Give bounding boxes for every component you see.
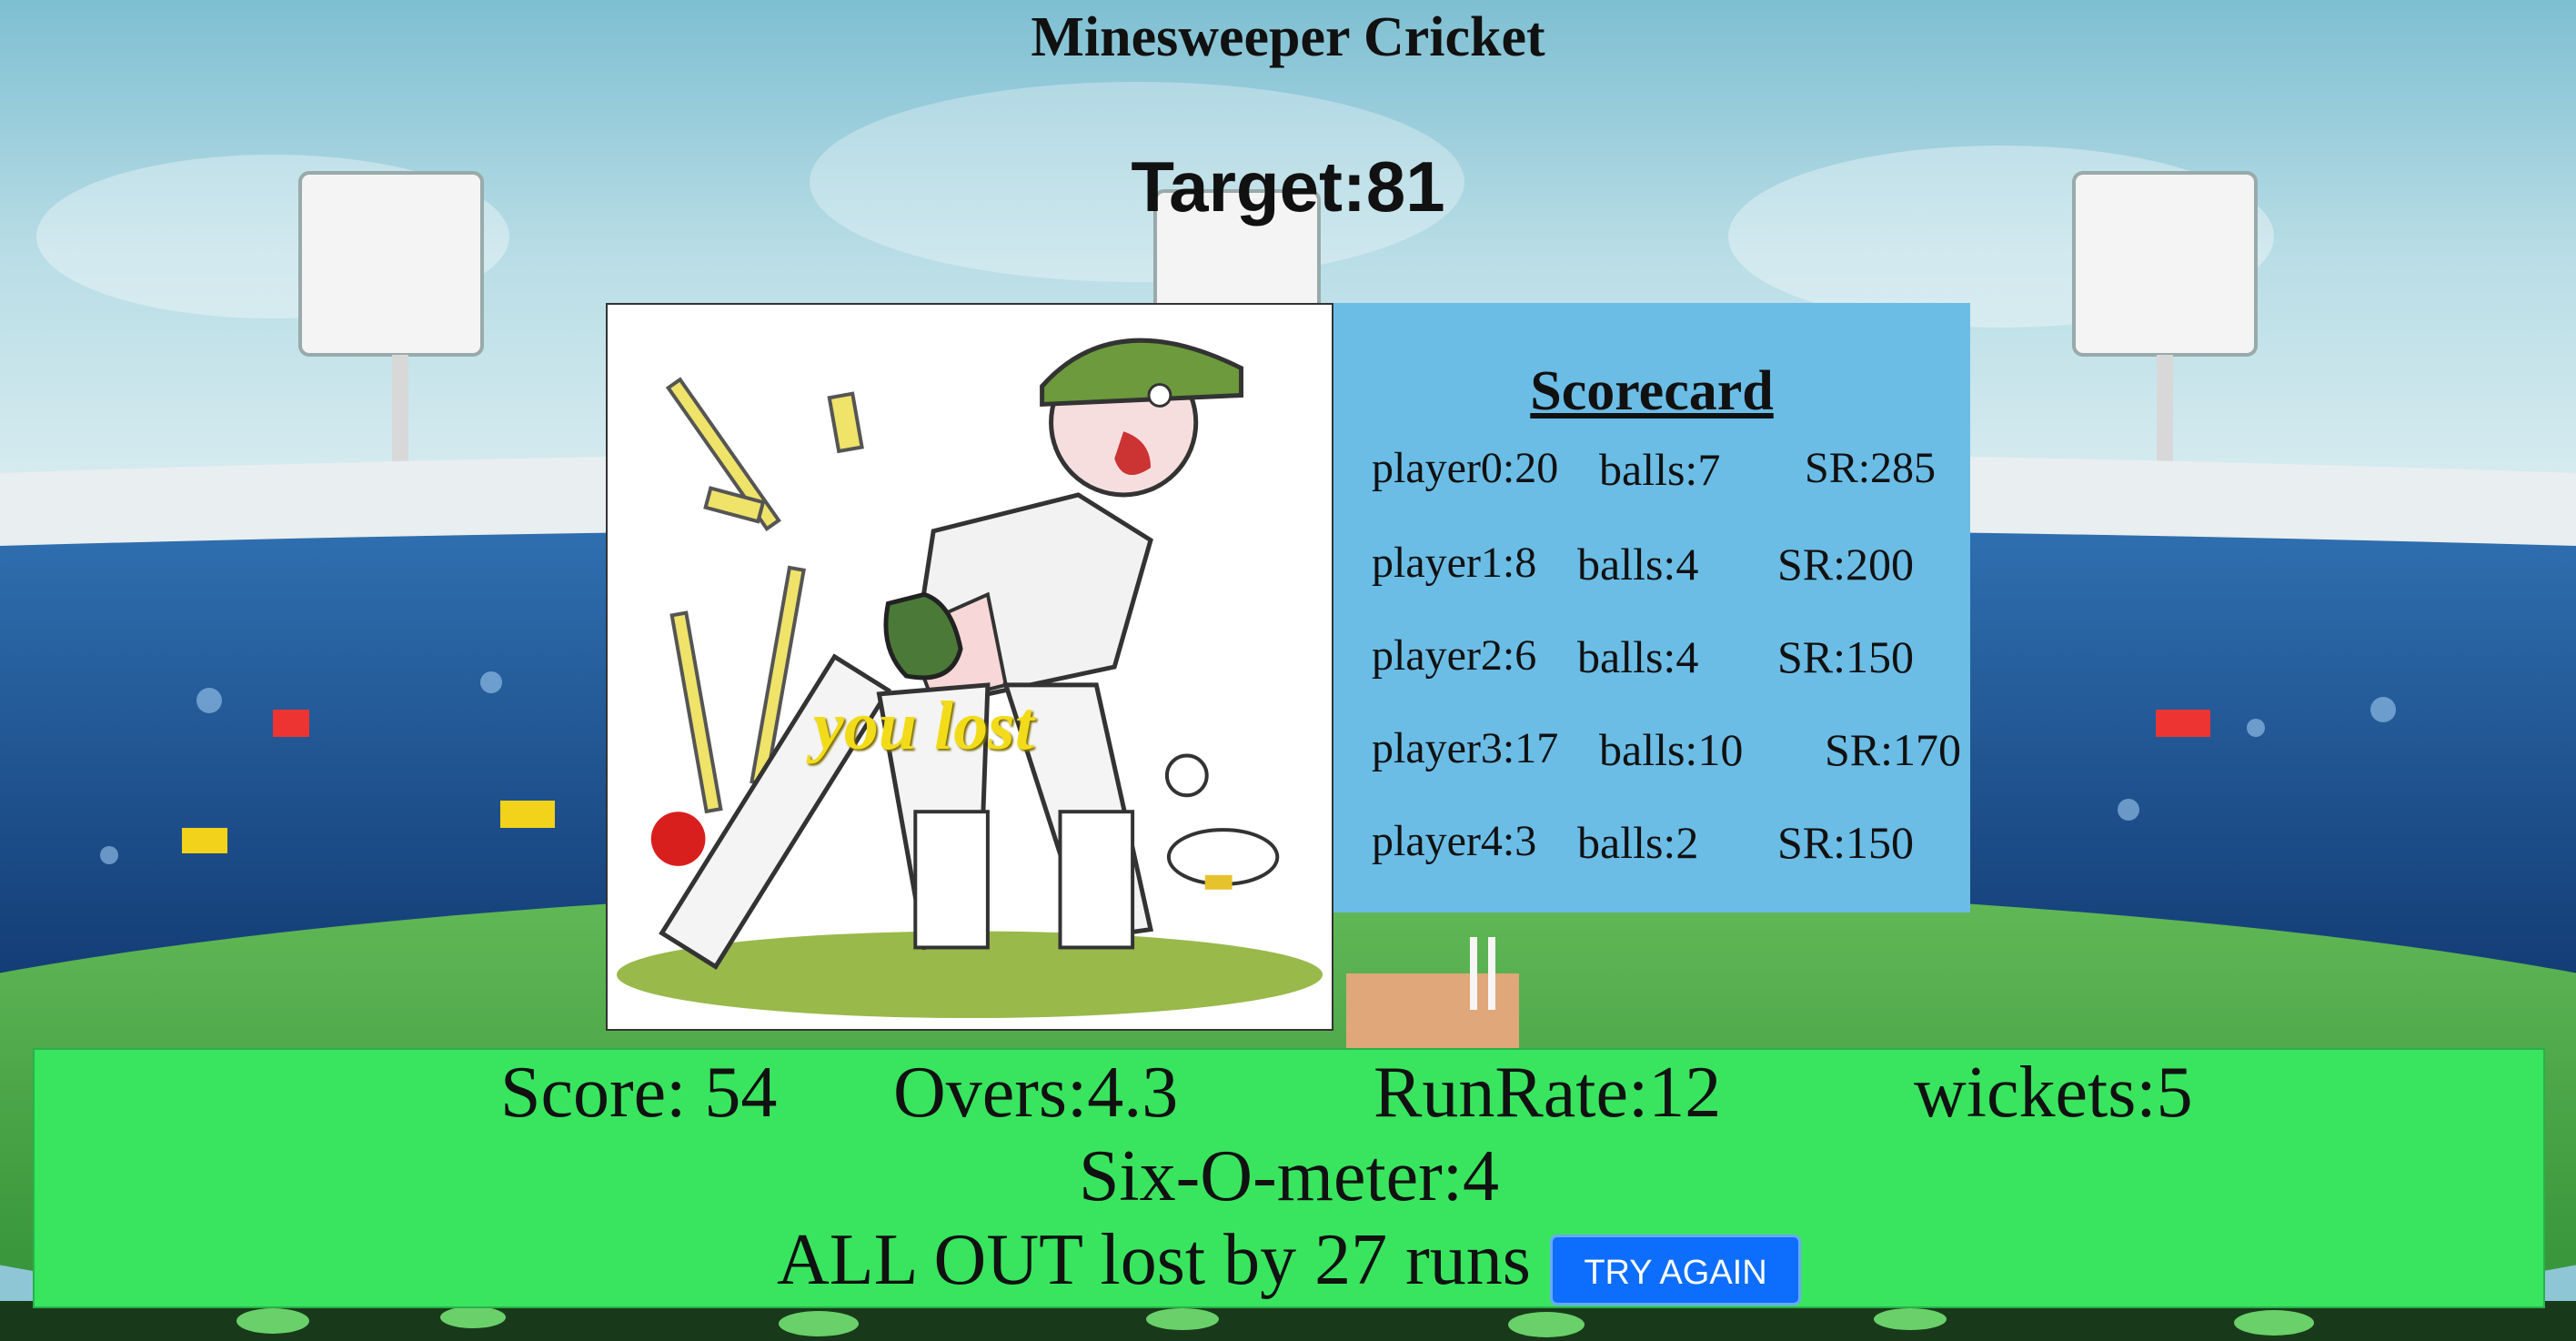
try-again-button[interactable]: TRY AGAIN [1550,1235,1801,1306]
you-lost-overlay: you lost [813,688,1034,764]
player-strike-rate: SR:285 [1805,444,1937,492]
scorecard-panel: Scorecard player0:20 balls:7 SR:285 play… [1333,303,1970,912]
player-runs: player1:8 [1372,539,1537,587]
player-balls: balls:4 [1577,539,1699,590]
player-strike-rate: SR:170 [1825,724,1962,775]
scorecard-row: player2:6 balls:4 SR:150 [1372,630,1963,694]
player-runs: player4:3 [1372,817,1537,865]
scorecard-row: player4:3 balls:2 SR:150 [1372,816,1963,880]
batsman-cartoon-image [616,338,1323,1019]
run-rate-readout: RunRate:12 [1374,1053,1722,1133]
six-o-meter-readout: Six-O-meter:4 [1078,1136,1500,1216]
match-result-text: ALL OUT lost by 27 runs [777,1220,1531,1300]
scorecard-row: player1:8 balls:4 SR:200 [1372,538,1963,601]
player-runs: player3:17 [1372,724,1559,772]
scorecard-row: player0:20 balls:7 SR:285 [1372,443,1963,507]
game-title: Minesweeper Cricket [1031,6,1545,68]
player-balls: balls:7 [1599,444,1721,495]
player-balls: balls:10 [1599,724,1744,775]
overs-readout: Overs:4.3 [893,1053,1179,1133]
player-strike-rate: SR:150 [1777,631,1915,682]
player-runs: player0:20 [1372,444,1559,492]
batsman-bowled-illustration: you lost [606,303,1333,1031]
scorecard-title: Scorecard [1530,360,1774,422]
wickets-readout: wickets:5 [1914,1053,2193,1133]
player-balls: balls:4 [1577,631,1699,682]
player-runs: player2:6 [1372,631,1537,680]
player-strike-rate: SR:200 [1777,539,1915,590]
scorecard-row: player3:17 balls:10 SR:170 [1372,723,1963,787]
target-label: Target:81 [1131,146,1445,227]
match-status-panel: Score: 54 Overs:4.3 RunRate:12 wickets:5… [33,1048,2545,1308]
player-strike-rate: SR:150 [1777,817,1915,868]
score-readout: Score: 54 [500,1053,778,1133]
player-balls: balls:2 [1577,817,1699,868]
